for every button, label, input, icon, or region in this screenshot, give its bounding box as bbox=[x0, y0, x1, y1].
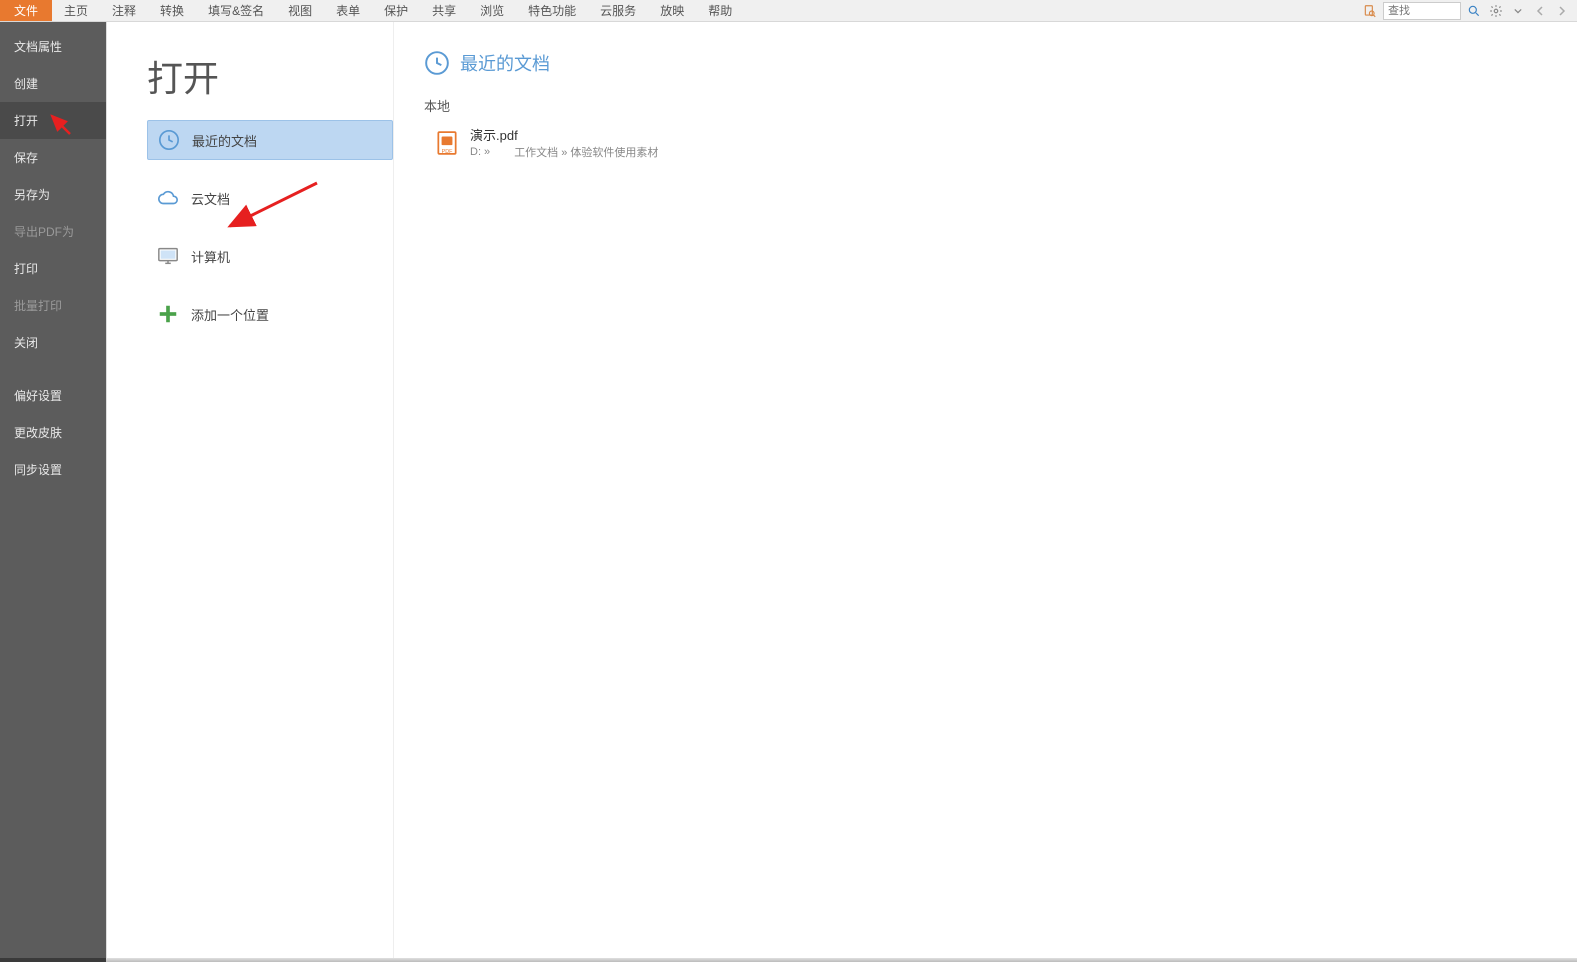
recent-section-header: 最近的文档 bbox=[424, 50, 1577, 76]
menu-spacer bbox=[744, 0, 1361, 21]
recent-files-column: 最近的文档 本地 PDF 演示.pdfD: » 工作文档 » 体验软件使用素材 bbox=[393, 22, 1577, 962]
menu-item-6[interactable]: 表单 bbox=[324, 0, 372, 21]
sidebar-item-7: 批量打印 bbox=[0, 287, 106, 324]
recent-file-row[interactable]: PDF 演示.pdfD: » 工作文档 » 体验软件使用素材 bbox=[424, 121, 1577, 164]
open-sources-column: 打开 最近的文档云文档计算机添加一个位置 bbox=[107, 22, 393, 962]
menu-item-10[interactable]: 特色功能 bbox=[516, 0, 588, 21]
chevron-down-icon[interactable] bbox=[1509, 2, 1527, 20]
file-name: 演示.pdf bbox=[470, 125, 658, 144]
recent-section-title: 最近的文档 bbox=[460, 50, 550, 76]
gear-icon[interactable] bbox=[1487, 2, 1505, 20]
bottom-shadow bbox=[106, 958, 1577, 962]
sidebar-item-3[interactable]: 保存 bbox=[0, 139, 106, 176]
main-layout: 文档属性创建打开保存另存为导出PDF为打印批量打印关闭偏好设置更改皮肤同步设置 … bbox=[0, 22, 1577, 962]
clock-icon bbox=[424, 50, 450, 76]
search-icon[interactable] bbox=[1465, 2, 1483, 20]
sidebar-item-4[interactable]: 另存为 bbox=[0, 176, 106, 213]
sidebar-item-0[interactable]: 文档属性 bbox=[0, 28, 106, 65]
recent-files-list: PDF 演示.pdfD: » 工作文档 » 体验软件使用素材 bbox=[424, 121, 1577, 164]
menu-item-8[interactable]: 共享 bbox=[420, 0, 468, 21]
cloud-icon bbox=[157, 187, 179, 209]
search-in-doc-icon[interactable] bbox=[1361, 2, 1379, 20]
bottom-shadow-left bbox=[0, 958, 106, 962]
plus-icon bbox=[157, 303, 179, 325]
pdf-file-icon: PDF bbox=[434, 130, 460, 156]
open-content: 打开 最近的文档云文档计算机添加一个位置 最近的文档 本地 PDF 演示.pdfD… bbox=[106, 22, 1577, 962]
menu-item-5[interactable]: 视图 bbox=[276, 0, 324, 21]
source-label: 添加一个位置 bbox=[191, 305, 269, 324]
menu-item-3[interactable]: 转换 bbox=[148, 0, 196, 21]
monitor-icon bbox=[157, 245, 179, 267]
source-recent[interactable]: 最近的文档 bbox=[147, 120, 393, 160]
sidebar-item-10[interactable]: 更改皮肤 bbox=[0, 414, 106, 451]
source-label: 云文档 bbox=[191, 189, 230, 208]
sidebar-item-5: 导出PDF为 bbox=[0, 213, 106, 250]
file-sidebar: 文档属性创建打开保存另存为导出PDF为打印批量打印关闭偏好设置更改皮肤同步设置 bbox=[0, 22, 106, 962]
menu-item-0[interactable]: 文件 bbox=[0, 0, 52, 21]
svg-text:PDF: PDF bbox=[442, 148, 454, 154]
nav-next-icon[interactable] bbox=[1553, 2, 1571, 20]
menu-item-13[interactable]: 帮助 bbox=[696, 0, 744, 21]
source-label: 计算机 bbox=[191, 247, 230, 266]
file-path: D: » 工作文档 » 体验软件使用素材 bbox=[470, 144, 658, 160]
menu-item-1[interactable]: 主页 bbox=[52, 0, 100, 21]
page-title: 打开 bbox=[147, 50, 393, 102]
source-add[interactable]: 添加一个位置 bbox=[147, 294, 393, 334]
top-menu-bar: 文件主页注释转换填写&签名视图表单保护共享浏览特色功能云服务放映帮助 bbox=[0, 0, 1577, 22]
source-computer[interactable]: 计算机 bbox=[147, 236, 393, 276]
sidebar-item-11[interactable]: 同步设置 bbox=[0, 451, 106, 488]
menu-item-11[interactable]: 云服务 bbox=[588, 0, 648, 21]
nav-prev-icon[interactable] bbox=[1531, 2, 1549, 20]
file-info: 演示.pdfD: » 工作文档 » 体验软件使用素材 bbox=[470, 125, 658, 160]
source-cloud[interactable]: 云文档 bbox=[147, 178, 393, 218]
menu-item-7[interactable]: 保护 bbox=[372, 0, 420, 21]
search-area bbox=[1361, 0, 1577, 21]
source-label: 最近的文档 bbox=[192, 131, 257, 150]
search-input[interactable] bbox=[1383, 2, 1461, 20]
sidebar-item-9[interactable]: 偏好设置 bbox=[0, 377, 106, 414]
sidebar-item-6[interactable]: 打印 bbox=[0, 250, 106, 287]
sidebar-item-8[interactable]: 关闭 bbox=[0, 324, 106, 361]
menu-items-container: 文件主页注释转换填写&签名视图表单保护共享浏览特色功能云服务放映帮助 bbox=[0, 0, 744, 21]
sidebar-item-1[interactable]: 创建 bbox=[0, 65, 106, 102]
source-list: 最近的文档云文档计算机添加一个位置 bbox=[147, 120, 393, 334]
menu-item-4[interactable]: 填写&签名 bbox=[196, 0, 276, 21]
sidebar-item-2[interactable]: 打开 bbox=[0, 102, 106, 139]
menu-item-2[interactable]: 注释 bbox=[100, 0, 148, 21]
clock-icon bbox=[158, 129, 180, 151]
menu-item-12[interactable]: 放映 bbox=[648, 0, 696, 21]
recent-group-label: 本地 bbox=[424, 96, 1577, 115]
menu-item-9[interactable]: 浏览 bbox=[468, 0, 516, 21]
